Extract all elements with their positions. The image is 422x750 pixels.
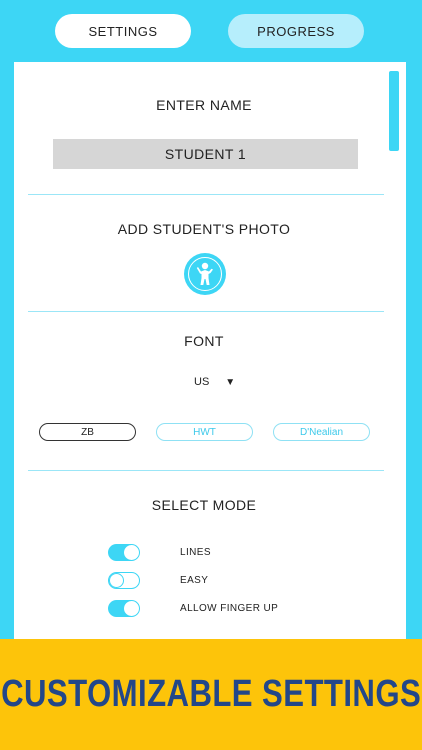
font-option-zb[interactable]: ZB — [39, 423, 136, 441]
easy-toggle[interactable] — [108, 571, 140, 589]
mode-row-lines: LINES — [108, 543, 211, 561]
enter-name-title: ENTER NAME — [156, 97, 252, 113]
divider — [28, 311, 384, 312]
banner-headline: CUSTOMIZABLE SETTINGS — [0, 673, 422, 715]
tab-progress[interactable]: PROGRESS — [228, 14, 364, 48]
font-option-hwt[interactable]: HWT — [156, 423, 253, 441]
font-title: FONT — [184, 333, 224, 349]
mode-label-lines: LINES — [180, 546, 211, 558]
student-avatar-icon — [188, 257, 222, 291]
toggle-knob — [124, 544, 139, 560]
font-region-select[interactable]: US ▼ — [194, 376, 235, 388]
student-name-input[interactable] — [53, 139, 358, 169]
tab-settings[interactable]: SETTINGS — [55, 14, 191, 48]
mode-row-easy: EASY — [108, 571, 208, 589]
dropdown-arrow-icon: ▼ — [225, 376, 236, 388]
font-region-value: US — [194, 376, 210, 388]
mode-label-finger-up: ALLOW FINGER UP — [180, 602, 279, 614]
allow-finger-up-toggle[interactable] — [108, 599, 140, 617]
divider — [28, 194, 384, 195]
divider — [28, 470, 384, 471]
add-photo-title: ADD STUDENT'S PHOTO — [117, 221, 291, 237]
promo-banner: CUSTOMIZABLE SETTINGS — [0, 639, 422, 750]
toggle-knob — [109, 572, 124, 588]
add-photo-button[interactable] — [184, 253, 226, 295]
mode-row-finger-up: ALLOW FINGER UP — [108, 599, 278, 617]
toggle-knob — [124, 600, 139, 616]
select-mode-title: SELECT MODE — [151, 497, 257, 513]
font-option-dnealian[interactable]: D'Nealian — [273, 423, 370, 441]
lines-toggle[interactable] — [108, 543, 140, 561]
settings-panel: ENTER NAME ADD STUDENT'S PHOTO FONT US ▼… — [14, 62, 406, 640]
mode-label-easy: EASY — [180, 574, 209, 586]
